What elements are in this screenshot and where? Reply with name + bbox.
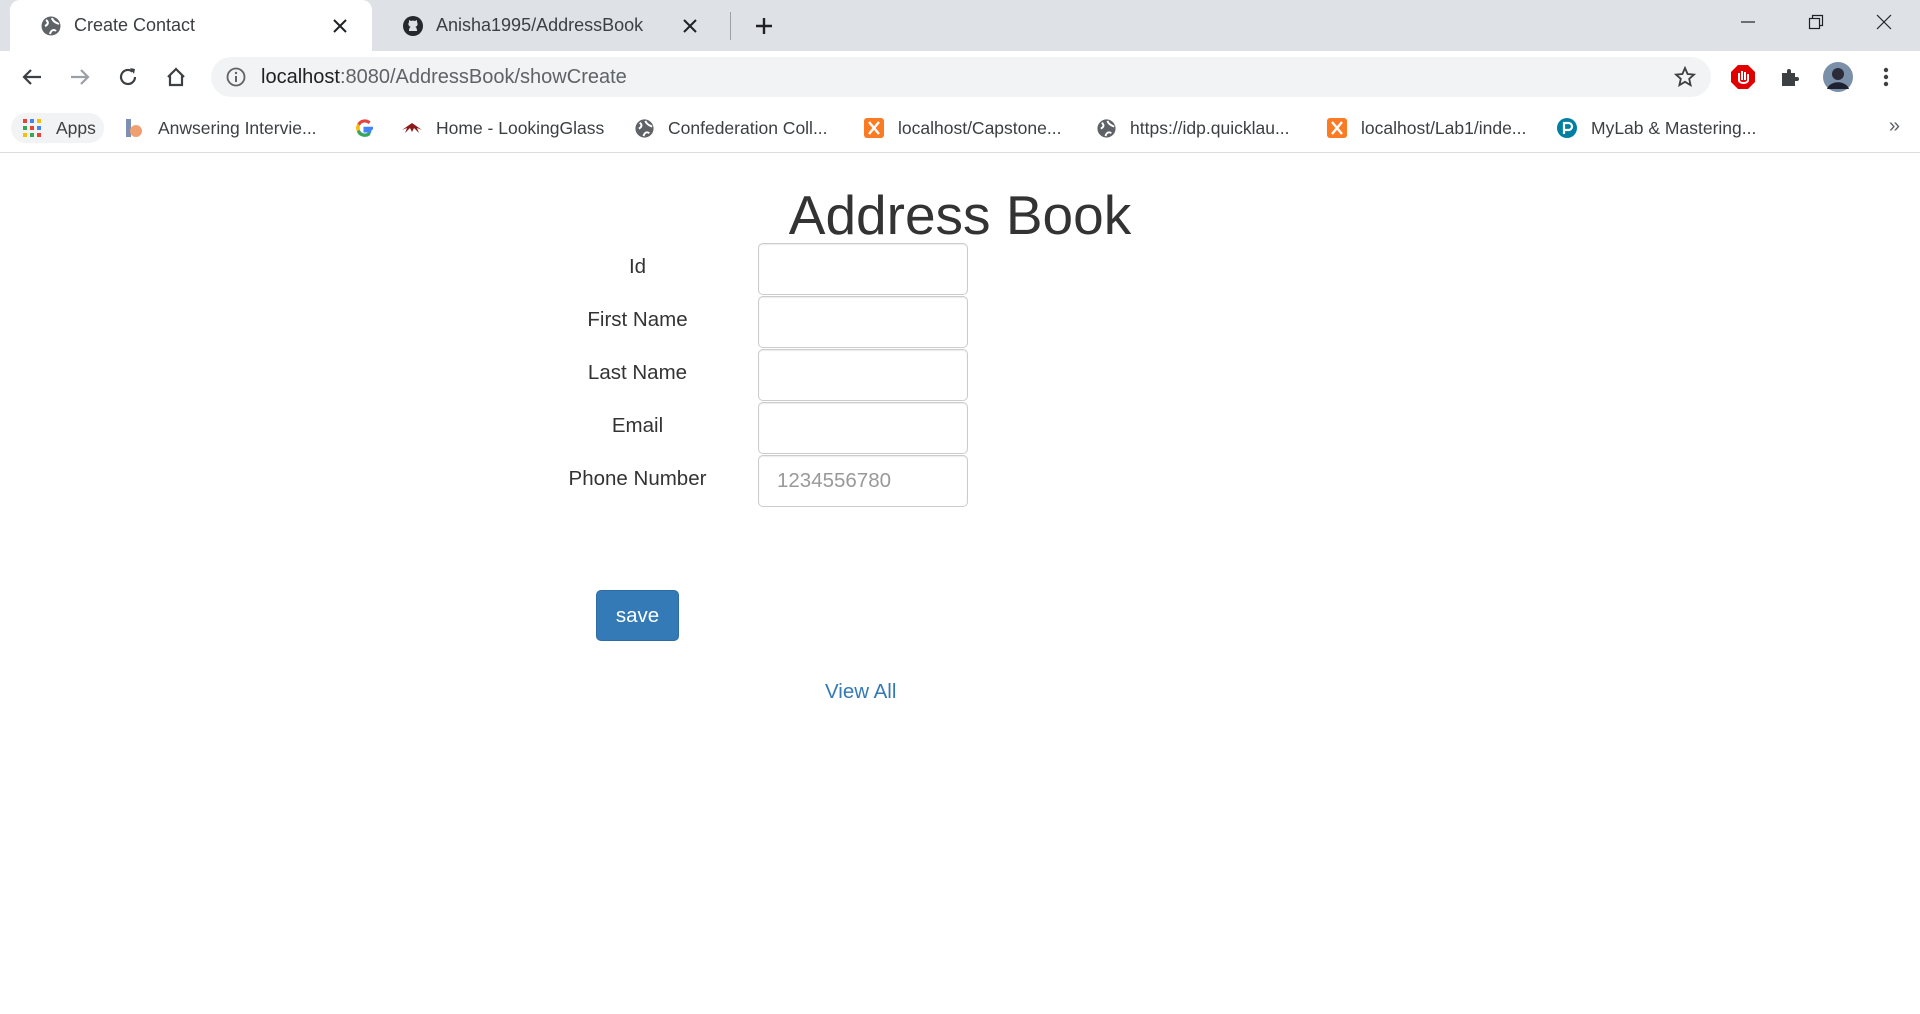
restore-button[interactable] (1785, 0, 1847, 44)
page-content: Address Book Id First Name Last Name Ema… (0, 153, 1920, 1014)
page-title: Address Book (788, 184, 1132, 246)
bookmark-mylab-mastering[interactable]: MyLab & Mastering... (1556, 113, 1756, 143)
home-button[interactable] (159, 60, 193, 94)
url-text: localhost:8080/AddressBook/showCreate (261, 66, 627, 89)
xampp-icon (863, 117, 885, 139)
bookmarks-overflow-button[interactable]: » (1889, 115, 1900, 138)
bookmark-label: Confederation Coll... (668, 117, 828, 138)
tab-create-contact[interactable]: Create Contact (10, 0, 372, 51)
google-icon (354, 117, 376, 139)
last-name-label: Last Name (587, 361, 688, 384)
form-row-phone: Phone Number (540, 453, 735, 505)
bookmark-localhost-capstone[interactable]: localhost/Capstone... (863, 113, 1061, 143)
bookmark-google[interactable] (354, 113, 376, 143)
restore-icon (1808, 14, 1824, 30)
bookmark-apps[interactable]: Apps (11, 113, 104, 143)
tab-title: Anisha1995/AddressBook (436, 15, 644, 35)
close-tab-icon[interactable] (328, 14, 352, 38)
close-icon (1876, 14, 1892, 30)
form-row-last-name: Last Name (540, 347, 735, 399)
github-icon (402, 15, 424, 37)
reload-icon (119, 68, 137, 86)
tab-title: Create Contact (74, 15, 196, 35)
tab-github-addressbook[interactable]: Anisha1995/AddressBook (372, 0, 722, 51)
profile-button[interactable] (1821, 60, 1855, 94)
bookmark-label: localhost/Capstone... (898, 117, 1062, 138)
bookmark-answering-interview[interactable]: Anwsering Intervie... (123, 113, 317, 143)
phone-number-label: Phone Number (568, 467, 707, 490)
form-row-id: Id (540, 241, 735, 293)
apps-grid-icon (21, 117, 43, 139)
bookmark-label: MyLab & Mastering... (1591, 117, 1757, 138)
bookmark-star-icon[interactable] (1671, 63, 1699, 91)
email-field[interactable] (758, 402, 968, 454)
adblock-extension-button[interactable] (1726, 60, 1760, 94)
first-name-label: First Name (587, 308, 688, 331)
extensions-button[interactable] (1773, 60, 1807, 94)
id-field[interactable] (758, 243, 968, 295)
back-arrow-icon (22, 69, 41, 85)
globe-icon (633, 117, 655, 139)
new-tab-button[interactable] (748, 10, 780, 42)
bookmark-label: Home - LookingGlass (436, 117, 605, 138)
bookmark-label: https://idp.quicklau... (1130, 117, 1290, 138)
bookmark-label: Apps (56, 117, 96, 138)
bookmark-confederation[interactable]: Confederation Coll... (633, 113, 828, 143)
globe-icon (40, 15, 62, 37)
tab-separator (730, 12, 731, 40)
forward-arrow-icon (71, 69, 90, 85)
bookmark-localhost-lab1[interactable]: localhost/Lab1/inde... (1326, 113, 1526, 143)
pearson-icon (1556, 117, 1578, 139)
minimize-icon (1741, 21, 1755, 23)
save-button[interactable]: save (596, 590, 679, 641)
tab-strip: Create Contact Anisha1995/AddressBook (0, 0, 1920, 51)
close-window-button[interactable] (1853, 0, 1915, 44)
lookingglass-icon (401, 117, 423, 139)
bookmark-lookingglass[interactable]: Home - LookingGlass (401, 113, 604, 143)
browser-toolbar: localhost:8080/AddressBook/showCreate (0, 51, 1920, 103)
site-info-icon[interactable] (225, 66, 247, 88)
url-host: localhost (261, 65, 340, 88)
back-button[interactable] (15, 60, 49, 94)
minimize-button[interactable] (1717, 0, 1779, 44)
first-name-field[interactable] (758, 296, 968, 348)
kebab-menu-icon (1883, 67, 1889, 87)
address-bar[interactable]: localhost:8080/AddressBook/showCreate (211, 57, 1711, 97)
plus-icon (756, 18, 772, 34)
bookmark-site-icon (123, 117, 145, 139)
bookmark-idp-quicklaunch[interactable]: https://idp.quicklau... (1095, 113, 1290, 143)
adblock-icon (1731, 65, 1755, 89)
id-label: Id (628, 255, 647, 278)
xampp-icon (1326, 117, 1348, 139)
view-all-link[interactable]: View All (825, 680, 896, 704)
bookmarks-bar: Apps Anwsering Intervie... Home - Lookin… (0, 103, 1920, 153)
url-path: :8080/AddressBook/showCreate (339, 65, 627, 88)
globe-icon (1095, 117, 1117, 139)
close-tab-icon[interactable] (678, 14, 702, 38)
avatar-icon (1823, 62, 1853, 92)
email-label: Email (611, 414, 664, 437)
home-icon (167, 67, 185, 87)
puzzle-icon (1782, 69, 1799, 86)
phone-number-field[interactable] (758, 455, 968, 507)
bookmark-label: localhost/Lab1/inde... (1361, 117, 1527, 138)
bookmark-label: Anwsering Intervie... (158, 117, 317, 138)
chrome-menu-button[interactable] (1869, 60, 1903, 94)
last-name-field[interactable] (758, 349, 968, 401)
forward-button[interactable] (63, 60, 97, 94)
form-row-email: Email (540, 400, 735, 452)
reload-button[interactable] (111, 60, 145, 94)
form-row-first-name: First Name (540, 294, 735, 346)
